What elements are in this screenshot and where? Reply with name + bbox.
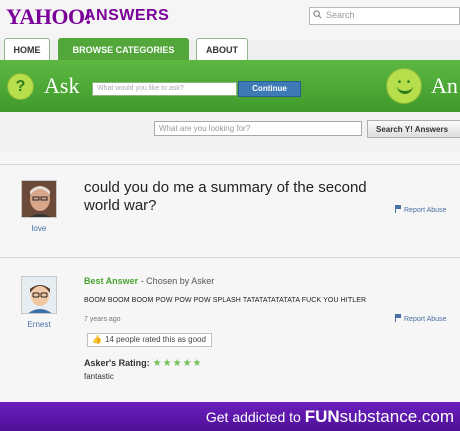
answer-timestamp: 7 years ago [84,316,121,323]
rated-good-badge[interactable]: 👍 14 people rated this as good [87,333,212,347]
rated-good-label: 14 people rated this as good [104,335,206,344]
rating-stars-icon: ★★★★★ [152,358,203,369]
continue-button[interactable]: Continue [238,81,301,97]
tab-browse-categories[interactable]: BROWSE CATEGORIES [58,38,189,60]
search-input[interactable]: What are you looking for? [154,121,362,136]
question-title: could you do me a summary of the second … [84,179,367,214]
banner-fun: FUN [304,407,340,426]
asker-rating: Asker's Rating: ★★★★★ [84,358,203,369]
asker-avatar[interactable] [21,180,57,218]
banner-prefix: Get addicted to [205,409,305,425]
thumbs-up-icon: 👍 [92,335,102,344]
asker-rating-label: Asker's Rating: [84,358,150,368]
nav-tabs: HOME BROWSE CATEGORIES ABOUT [0,38,460,60]
search-row: What are you looking for? Search Y! Answ… [0,112,460,152]
watermark-banner: Get addicted to FUNsubstance.com [0,402,460,431]
divider [0,257,460,258]
banner-text: Get addicted to FUNsubstance.com [206,407,454,427]
flag-icon [395,205,401,213]
banner-rest: substance.com [339,407,454,426]
search-icon [313,10,322,19]
best-answer-header: Best Answer - Chosen by Asker [84,276,214,286]
divider [0,164,460,165]
answerer-name[interactable]: Ernest [19,320,59,329]
report-abuse-answer[interactable]: Report Abuse [395,314,446,323]
top-search-placeholder: Search [326,10,355,20]
asker-comment: fantastic [84,372,114,381]
yahoo-logo[interactable]: YAHOO! [6,4,92,30]
report-abuse-label: Report Abuse [404,207,447,214]
smiley-face-icon: • • [386,68,422,104]
answer-text: BOOM BOOM BOOM POW POW POW SPLASH TATATA… [84,297,367,304]
question-content: love could you do me a summary of the se… [0,152,460,402]
answerer-avatar[interactable] [21,276,57,314]
avatar-photo-icon [22,181,56,217]
tab-about[interactable]: ABOUT [196,38,248,60]
asker-name[interactable]: love [19,224,59,233]
answer-heading: An [431,73,458,98]
flag-icon [395,314,401,322]
answers-logo-text[interactable]: ANSWERS [84,7,169,25]
report-abuse-question[interactable]: Report Abuse [395,205,446,214]
best-answer-label: Best Answer [84,276,139,286]
ask-question-input[interactable]: What would you like to ask? [92,82,237,96]
report-abuse-label: Report Abuse [404,316,447,323]
tab-home[interactable]: HOME [4,38,50,60]
ask-bar: ? Ask What would you like to ask? Contin… [0,60,460,112]
ask-heading: Ask [44,73,80,98]
question-mark-icon: ? [7,73,34,100]
search-answers-button[interactable]: Search Y! Answers [367,120,460,138]
avatar-cartoon-icon [22,277,56,313]
top-search-input[interactable]: Search [309,7,460,25]
header: YAHOO! ANSWERS Search [0,0,460,40]
chosen-by-label: - Chosen by Asker [138,276,215,286]
smiley-mouth [397,85,413,94]
